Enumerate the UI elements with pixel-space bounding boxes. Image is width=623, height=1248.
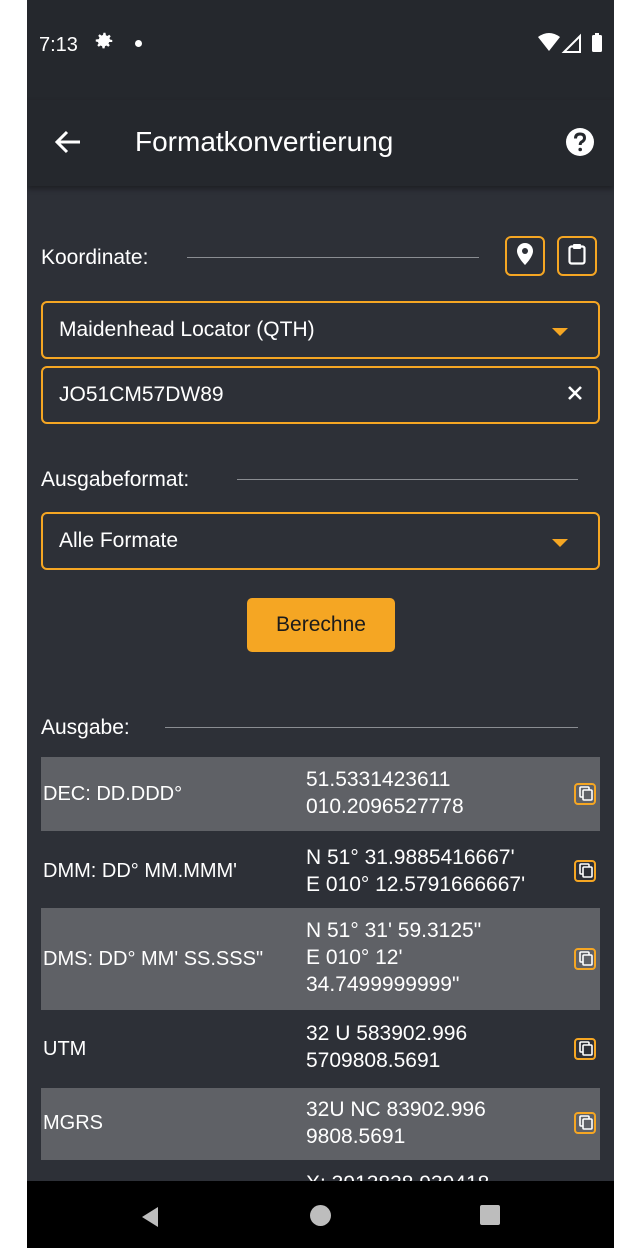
coordinate-format-dropdown[interactable]: Maidenhead Locator (QTH) [41, 301, 600, 359]
value-line: N 51° 31.9885416667' [306, 846, 515, 869]
value-line: 34.7499999999" [306, 973, 460, 996]
output-row-value: 51.5331423611 010.2096527778 [306, 766, 464, 820]
coordinate-format-value: Maidenhead Locator (QTH) [59, 318, 315, 341]
status-bar: 7:13 [27, 0, 614, 100]
output-row-dms: DMS: DD° MM' SS.SSS" N 51° 31' 59.3125" … [41, 908, 600, 1010]
wifi-icon [538, 33, 560, 51]
output-row-utm: UTM 32 U 583902.996 5709808.5691 [41, 1014, 600, 1082]
copy-icon[interactable] [574, 948, 596, 970]
clear-icon[interactable] [565, 383, 585, 409]
phone-screen: 7:13 Formatkonvertierung Koordinate: Mai… [27, 0, 614, 1248]
help-icon[interactable] [565, 127, 595, 162]
dropdown-arrow-icon [552, 539, 568, 547]
copy-icon[interactable] [574, 1038, 596, 1060]
value-line: 010.2096527778 [306, 795, 464, 818]
output-format-dropdown[interactable]: Alle Formate [41, 512, 600, 570]
output-label: Ausgabe: [41, 716, 130, 739]
coordinate-input[interactable]: JO51CM57DW89 [41, 366, 600, 424]
value-line: N 51° 31' 59.3125" [306, 919, 482, 942]
output-row-value: 32U NC 83902.996 9808.5691 [306, 1096, 486, 1150]
output-row-value: N 51° 31.9885416667' E 010° 12.579166666… [306, 844, 525, 898]
copy-icon[interactable] [574, 783, 596, 805]
output-row-mgrs: MGRS 32U NC 83902.996 9808.5691 [41, 1088, 600, 1160]
copy-icon[interactable] [574, 860, 596, 882]
output-row-dec: DEC: DD.DDD° 51.5331423611 010.209652777… [41, 757, 600, 831]
output-row-value: N 51° 31' 59.3125" E 010° 12' 34.7499999… [306, 917, 481, 998]
paste-button[interactable] [557, 236, 597, 276]
dropdown-arrow-icon [552, 328, 568, 336]
system-nav-bar [27, 1181, 614, 1248]
back-arrow-icon[interactable] [54, 129, 82, 160]
output-format-value: Alle Formate [59, 529, 179, 552]
status-time: 7:13 [39, 34, 78, 56]
output-row-partial: X: 3913838.939418 [41, 1168, 600, 1181]
calculate-button-label: Berechne [276, 613, 366, 636]
output-row-label: DEC: DD.DDD° [43, 783, 183, 805]
value-line: 32 U 583902.996 [306, 1022, 468, 1045]
status-indicators [538, 32, 604, 59]
coordinate-input-value: JO51CM57DW89 [59, 383, 224, 406]
output-row-dmm: DMM: DD° MM.MMM' N 51° 31.9885416667' E … [41, 838, 600, 904]
battery-icon [592, 33, 602, 52]
value-line: E 010° 12.5791666667' [306, 873, 526, 896]
value-line: 9808.5691 [306, 1125, 406, 1148]
value-line: 32U NC 83902.996 [306, 1098, 486, 1121]
signal-icon [561, 33, 581, 53]
coordinate-label: Koordinate: [41, 246, 149, 269]
app-bar: Formatkonvertierung [27, 100, 614, 186]
partial-row-value: X: 3913838.939418 [306, 1170, 489, 1181]
value-line: E 010° 12' [306, 946, 403, 969]
output-format-divider [237, 479, 578, 480]
nav-back-icon[interactable] [140, 1206, 160, 1233]
clipboard-icon [568, 243, 586, 270]
output-row-value: 32 U 583902.996 5709808.5691 [306, 1020, 467, 1074]
nav-recents-icon[interactable] [480, 1205, 500, 1225]
value-line: 5709808.5691 [306, 1049, 441, 1072]
copy-icon[interactable] [574, 1112, 596, 1134]
value-line: 51.5331423611 [306, 768, 451, 791]
calculate-button[interactable]: Berechne [247, 598, 395, 652]
page-title: Formatkonvertierung [135, 126, 394, 157]
nav-home-icon[interactable] [310, 1205, 331, 1226]
output-divider [165, 727, 578, 728]
map-pin-icon [517, 242, 533, 270]
location-button[interactable] [505, 236, 545, 276]
coordinate-divider [187, 257, 479, 258]
output-format-label: Ausgabeformat: [41, 468, 190, 491]
output-row-label: DMM: DD° MM.MMM' [43, 860, 237, 882]
output-row-label: DMS: DD° MM' SS.SSS" [43, 948, 264, 970]
output-row-label: MGRS [43, 1112, 103, 1134]
notification-dot-icon [135, 40, 142, 47]
settings-gear-icon [93, 30, 115, 57]
output-row-label: UTM [43, 1038, 87, 1060]
